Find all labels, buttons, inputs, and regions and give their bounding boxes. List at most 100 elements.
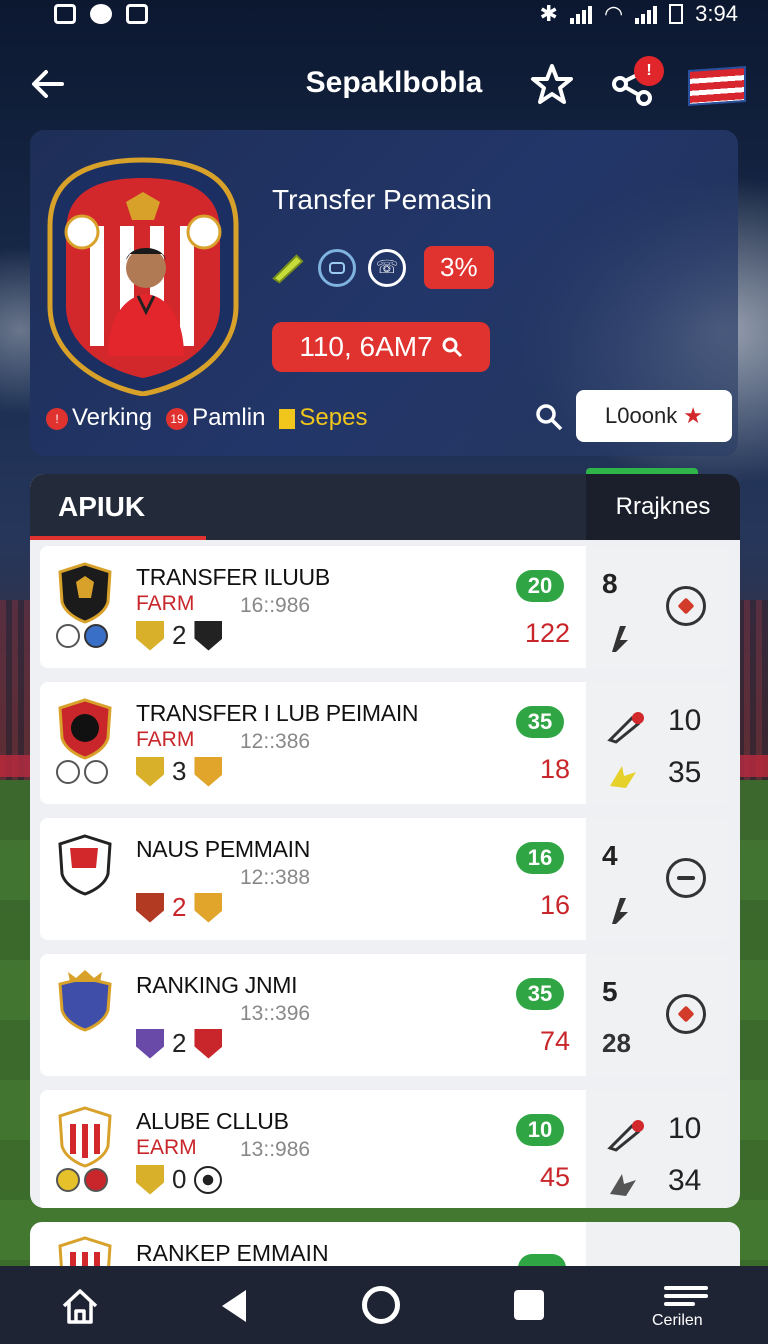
row-time: 13::986 <box>240 1138 311 1161</box>
lookup-label: L0oonk <box>605 403 678 428</box>
home-icon[interactable] <box>60 1286 100 1326</box>
boot-icon[interactable] <box>268 249 306 287</box>
team-icon[interactable] <box>318 248 356 287</box>
signal-icon <box>569 4 592 24</box>
search-icon[interactable] <box>534 402 564 432</box>
tag-sepes[interactable]: Sepes <box>279 404 367 432</box>
search-icon <box>442 337 462 358</box>
row-title: ALUBE CLLUB <box>136 1108 289 1134</box>
stat-value: 34 <box>668 1164 702 1197</box>
red-value: 45 <box>539 1162 570 1192</box>
shield-count: 2 <box>172 620 187 650</box>
flag-icon[interactable] <box>688 65 746 107</box>
stat-value: 35 <box>668 756 702 789</box>
red-value: 74 <box>539 1026 570 1056</box>
home-circle-icon[interactable] <box>362 1286 400 1324</box>
menu-icon[interactable] <box>664 1282 708 1310</box>
hero-title: Transfer Pemasin <box>272 184 492 215</box>
rank-value: 8 <box>602 568 618 599</box>
pen-icon <box>607 712 644 744</box>
app-header: Sepaklbobla ! <box>0 52 768 116</box>
row-time: 13::396 <box>240 1002 311 1025</box>
shield-icon <box>136 892 164 923</box>
list-item[interactable]: ALUBE CLLUB EARM 13::986 0 10 45 10 34 <box>40 1090 728 1208</box>
list-item[interactable]: TRANSFER I LUB PEIMAIN FARM 12::386 3 35… <box>40 682 728 804</box>
red-value: 16 <box>539 890 570 920</box>
list-item[interactable]: RANKING JNMI 13::396 2 35 74 5 28 <box>40 954 728 1076</box>
target-icon[interactable] <box>666 586 706 626</box>
shield-count: 2 <box>172 892 187 922</box>
app-notification-icon <box>54 4 76 24</box>
menu-label: Cerilen <box>652 1312 703 1329</box>
price-label: 110, 6AM7 <box>299 331 433 362</box>
hero-tags: ! Verking 19 Pamlin Sepes <box>46 404 367 432</box>
row-title: RANKING JNMI <box>136 972 298 998</box>
shield-icon <box>136 1028 164 1059</box>
bird-icon <box>610 1174 636 1196</box>
red-value: 122 <box>524 618 570 648</box>
tag-verking[interactable]: ! Verking <box>46 404 152 432</box>
score-badge: 35 <box>516 978 564 1010</box>
phone-icon[interactable]: ☏ <box>368 248 406 287</box>
lookup-button[interactable]: L0oonk ★ <box>576 390 732 442</box>
tab-apiuk[interactable]: APIUK <box>30 474 586 540</box>
shield-icon <box>136 620 164 651</box>
club-crest-with-player <box>47 157 239 396</box>
recents-square-icon[interactable] <box>514 1290 544 1320</box>
image-notification-icon <box>126 4 148 24</box>
row-time: 16::986 <box>240 594 311 617</box>
leaf-icon <box>610 766 636 788</box>
list-panel: APIUK Rrajknes TRANSFER ILUUB FARM 16::9… <box>30 474 740 1208</box>
shield-icon <box>194 1028 223 1059</box>
back-triangle-icon[interactable] <box>218 1288 250 1324</box>
shield-icon <box>194 756 223 787</box>
tab-rrajknes[interactable]: Rrajknes <box>586 474 740 540</box>
bluetooth-icon: ✱ <box>539 1 558 26</box>
tag-pamlin[interactable]: 19 Pamlin <box>166 404 265 432</box>
badge-icon <box>84 760 108 784</box>
row-subtitle: FARM <box>136 592 195 615</box>
transfer-list: TRANSFER ILUUB FARM 16::986 2 20 122 8 T… <box>40 546 728 1208</box>
shield-icon <box>194 892 223 923</box>
club-logo <box>58 834 112 896</box>
score-badge: 35 <box>516 706 564 738</box>
row-title: RANKEP EMMAIN <box>136 1240 329 1266</box>
shield-icon <box>136 756 164 787</box>
badge-icon <box>84 624 108 648</box>
bottom-nav-bar: Cerilen <box>0 1266 768 1344</box>
rank-value: 4 <box>602 840 618 871</box>
rank-value-secondary: 28 <box>602 1028 631 1058</box>
list-item[interactable]: TRANSFER ILUUB FARM 16::986 2 20 122 8 <box>40 546 728 668</box>
notification-badge: ! <box>634 56 664 86</box>
battery-icon <box>669 4 684 24</box>
row-subtitle: EARM <box>136 1136 197 1159</box>
tag-marker: ! <box>46 407 68 430</box>
target-icon[interactable] <box>666 994 706 1034</box>
club-logo <box>58 562 112 624</box>
shield-icon <box>194 620 223 651</box>
status-bar: ✱ ◠ 3:94 <box>0 0 768 28</box>
shield-count: 2 <box>172 1028 187 1058</box>
row-subtitle: FARM <box>136 728 195 751</box>
score-badge: 10 <box>516 1114 564 1146</box>
star-icon[interactable] <box>530 62 574 106</box>
soccer-ball-icon <box>194 1165 223 1194</box>
stat-value: 10 <box>668 1112 702 1145</box>
score-badge: 20 <box>516 570 564 602</box>
row-title: TRANSFER ILUUB <box>136 564 330 590</box>
price-button[interactable]: 110, 6AM7 <box>272 322 490 372</box>
row-title: NAUS PEMMAIN <box>136 836 311 862</box>
signal-icon-2 <box>635 4 658 24</box>
row-title: TRANSFER I LUB PEIMAIN <box>136 700 419 726</box>
club-logo <box>58 698 112 760</box>
stat-value: 10 <box>668 704 702 737</box>
tag-marker: 19 <box>166 407 189 430</box>
circle-notification-icon <box>90 4 112 24</box>
badge-icon <box>56 1168 80 1192</box>
plane-icon[interactable] <box>666 858 706 898</box>
shield-icon <box>136 1164 164 1195</box>
hero-icons-row: ☏ 3% <box>268 246 494 289</box>
panel-tabs: APIUK Rrajknes <box>30 474 740 540</box>
shield-count: 0 <box>172 1164 187 1194</box>
list-item[interactable]: NAUS PEMMAIN 12::388 2 16 16 4 <box>40 818 728 940</box>
